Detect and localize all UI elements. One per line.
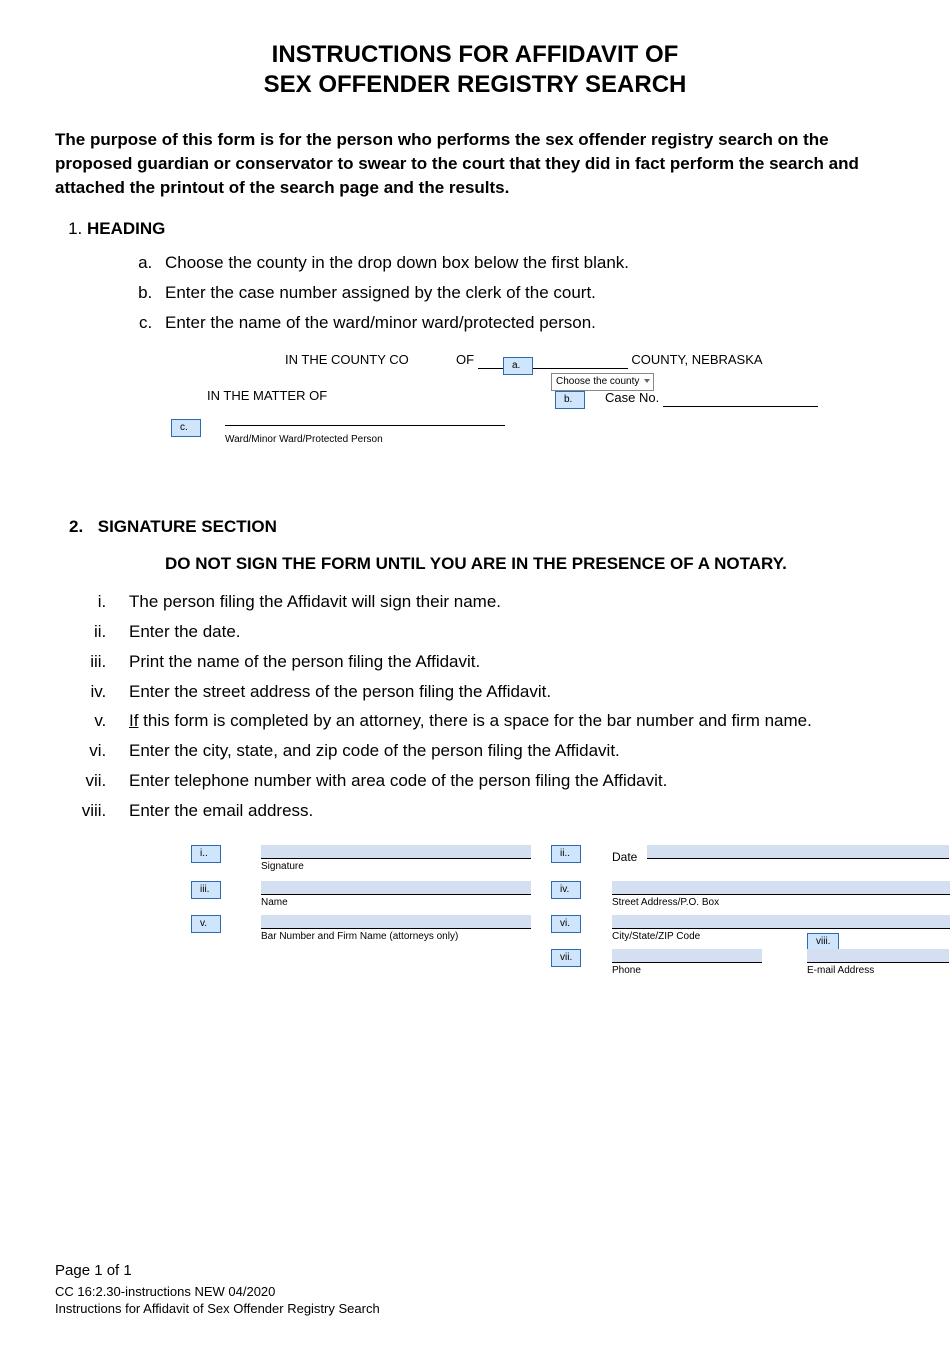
item-2-v-rest: this form is completed by an attorney, t… [138,711,811,730]
purpose-paragraph: The purpose of this form is for the pers… [55,128,895,199]
item-2-vi: Enter the city, state, and zip code of t… [111,739,895,763]
title-line-1: INSTRUCTIONS FOR AFFIDAVIT OF [272,41,679,68]
callout-iii: iii. [191,881,221,899]
callout-ii: ii.. [551,845,581,863]
csz-label: City/State/ZIP Code [612,930,950,944]
footer-title: Instructions for Affidavit of Sex Offend… [55,1300,895,1318]
page-footer: Page 1 of 1 CC 16:2.30-instructions NEW … [55,1261,895,1318]
callout-a: a. [503,357,533,375]
email-field: E-mail Address [807,949,949,978]
date-field [647,845,949,859]
page-title: INSTRUCTIONS FOR AFFIDAVIT OF SEX OFFEND… [55,40,895,100]
street-input[interactable] [612,881,950,895]
ward-blank[interactable] [225,425,505,426]
callout-c: c. [171,419,201,437]
email-label: E-mail Address [807,964,949,978]
item-1b: Enter the case number assigned by the cl… [157,281,895,305]
bar-field: Bar Number and Firm Name (attorneys only… [261,915,531,944]
caption-post: COUNTY, NEBRASKA [631,352,762,367]
item-2-v: If this form is completed by an attorney… [111,709,895,733]
bar-label: Bar Number and Firm Name (attorneys only… [261,930,531,944]
name-input[interactable] [261,881,531,895]
bar-input[interactable] [261,915,531,929]
callout-v: v. [191,915,221,933]
section-2-num: 2. [69,515,93,539]
caption-pre: IN THE COUNTY CO [285,352,409,367]
callout-vi: vi. [551,915,581,933]
title-line-2: SEX OFFENDER REGISTRY SEARCH [264,71,687,98]
item-2-viii: Enter the email address. [111,799,895,823]
illustration-heading: IN THE COUNTY CO OF COUNTY, NEBRASKA a. … [115,345,895,465]
date-input[interactable] [647,845,949,859]
section-2-items: The person filing the Affidavit will sig… [55,590,895,822]
section-2-heading: SIGNATURE SECTION [98,517,277,536]
item-2-ii: Enter the date. [111,620,895,644]
csz-field: City/State/ZIP Code [612,915,950,944]
phone-label: Phone [612,964,762,978]
callout-b: b. [555,391,585,409]
signature-input[interactable] [261,845,531,859]
item-2-i: The person filing the Affidavit will sig… [111,590,895,614]
email-input[interactable] [807,949,949,963]
name-field: Name [261,881,531,910]
illustration-signature: i.. Signature ii.. Date iii. Name iv. St… [115,841,895,1001]
street-label: Street Address/P.O. Box [612,896,950,910]
callout-iv: iv. [551,881,581,899]
section-1-heading: HEADING [87,219,165,238]
callout-i: i.. [191,845,221,863]
case-no-field: Case No. [605,389,818,407]
section-1-items: Choose the county in the drop down box b… [87,251,895,334]
section-list: HEADING Choose the county in the drop do… [55,217,895,334]
signature-field: Signature [261,845,531,874]
page-number: Page 1 of 1 [55,1261,895,1281]
callout-vii: vii. [551,949,581,967]
section-2-row: 2. SIGNATURE SECTION [55,515,895,539]
signature-label: Signature [261,860,531,874]
csz-input[interactable] [612,915,950,929]
item-2-vii: Enter telephone number with area code of… [111,769,895,793]
item-2-iv: Enter the street address of the person f… [111,680,895,704]
date-label: Date [612,849,637,866]
section-1: HEADING Choose the county in the drop do… [87,217,895,334]
ward-label: Ward/Minor Ward/Protected Person [225,433,383,447]
street-field: Street Address/P.O. Box [612,881,950,910]
item-1c: Enter the name of the ward/minor ward/pr… [157,311,895,335]
signature-warning: DO NOT SIGN THE FORM UNTIL YOU ARE IN TH… [165,552,895,576]
case-no-label: Case No. [605,390,659,405]
item-1a: Choose the county in the drop down box b… [157,251,895,275]
phone-input[interactable] [612,949,762,963]
county-blank[interactable] [478,355,628,369]
item-2-iii: Print the name of the person filing the … [111,650,895,674]
caption-of: OF [456,352,474,367]
name-label: Name [261,896,531,910]
caption-line-2: IN THE MATTER OF [207,387,327,405]
form-number: CC 16:2.30-instructions NEW 04/2020 [55,1283,895,1301]
case-no-blank[interactable] [663,393,818,407]
phone-field: Phone [612,949,762,978]
